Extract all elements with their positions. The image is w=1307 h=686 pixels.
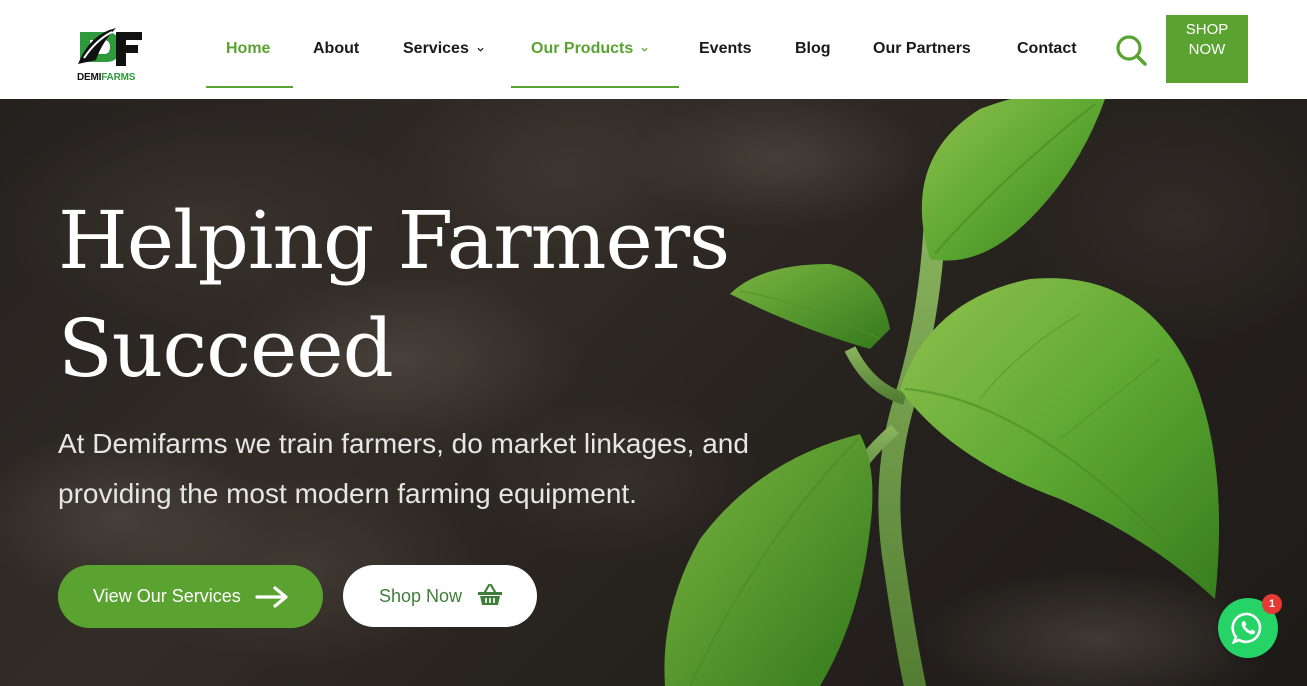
basket-icon xyxy=(478,583,502,605)
whatsapp-icon xyxy=(1231,612,1262,645)
chevron-down-icon xyxy=(641,47,648,52)
nav-our-products[interactable]: Our Products xyxy=(531,38,648,60)
nav-our-partners[interactable]: Our Partners xyxy=(873,38,971,60)
nav-about-label: About xyxy=(313,40,360,57)
nav-home-underline xyxy=(206,86,293,88)
logo-wordmark: DEMIFARMS xyxy=(77,72,136,83)
site-header: DEMIFARMS Home About Services Our Produc… xyxy=(0,0,1307,99)
nav-blog[interactable]: Blog xyxy=(795,38,831,60)
nav-our-products-label: Our Products xyxy=(531,40,634,57)
arrow-right-icon xyxy=(255,586,288,608)
nav-about[interactable]: About xyxy=(313,38,359,60)
hero-title: Helping Farmers Succeed xyxy=(58,194,730,395)
nav-events[interactable]: Events xyxy=(699,38,751,60)
search-icon[interactable] xyxy=(1114,33,1148,67)
nav-services[interactable]: Services xyxy=(403,38,484,60)
hero-subtitle: At Demifarms we train farmers, do market… xyxy=(58,428,749,509)
nav-contact-label: Contact xyxy=(1017,40,1077,57)
nav-events-label: Events xyxy=(699,40,752,57)
notification-badge: 1 xyxy=(1262,594,1282,614)
shop-now-header-button[interactable]: SHOP NOW xyxy=(1166,15,1248,83)
nav-blog-label: Blog xyxy=(795,40,831,57)
view-services-label: View Our Services xyxy=(93,586,241,606)
hero-banner: Helping Farmers Succeed At Demifarms we … xyxy=(0,99,1307,686)
nav-contact[interactable]: Contact xyxy=(1017,38,1077,60)
nav-home[interactable]: Home xyxy=(226,38,270,60)
logo-mark-icon xyxy=(78,28,142,66)
shop-now-button[interactable]: Shop Now xyxy=(343,565,537,627)
shop-now-label: Shop Now xyxy=(379,585,463,606)
chevron-down-icon xyxy=(477,47,484,52)
brand-logo[interactable]: DEMIFARMS xyxy=(76,24,148,86)
view-services-button[interactable]: View Our Services xyxy=(58,565,323,628)
nav-products-underline xyxy=(511,86,679,88)
nav-our-partners-label: Our Partners xyxy=(873,40,971,57)
nav-services-label: Services xyxy=(403,40,469,57)
nav-home-label: Home xyxy=(226,40,271,57)
shop-now-header-label: SHOP NOW xyxy=(1185,21,1229,58)
